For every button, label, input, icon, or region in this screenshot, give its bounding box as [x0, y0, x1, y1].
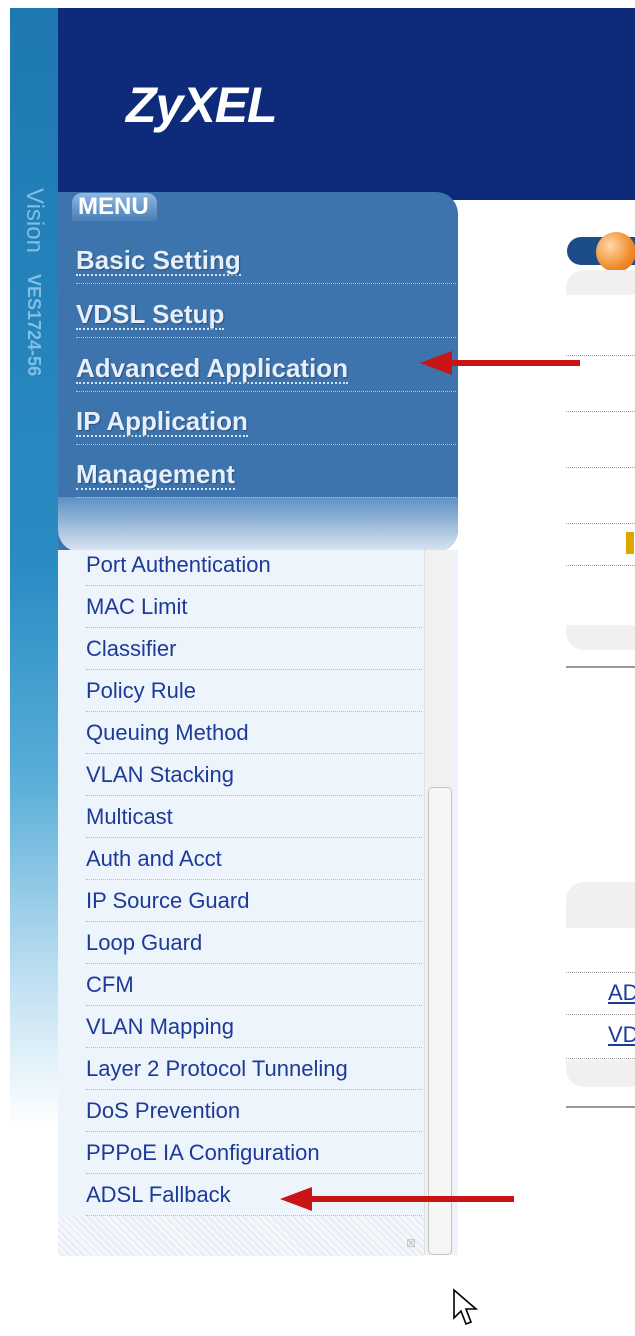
submenu-item-label: Loop Guard [86, 930, 203, 955]
submenu-item-multicast[interactable]: Multicast [86, 796, 422, 838]
menu-item-management[interactable]: Management [76, 446, 456, 498]
submenu-item-layer2-protocol-tunneling[interactable]: Layer 2 Protocol Tunneling [86, 1048, 422, 1090]
submenu-item-mac-limit[interactable]: MAC Limit [86, 586, 422, 628]
menu-item-label: Basic Setting [76, 245, 241, 276]
menu-title: MENU [72, 193, 157, 221]
submenu-item-label: Queuing Method [86, 720, 249, 745]
menu-item-ip-application[interactable]: IP Application [76, 393, 456, 445]
menu-item-label: VDSL Setup [76, 299, 225, 330]
submenu-item-label: Auth and Acct [86, 846, 222, 871]
panel-row-divider [566, 1058, 635, 1059]
menu-item-label: Management [76, 459, 235, 490]
panel-row-divider [566, 972, 635, 973]
brand-vision-label: Vision [21, 188, 48, 253]
resize-grip-icon[interactable]: ⊠ [406, 1236, 420, 1250]
submenu-item-label: PPPoE IA Configuration [86, 1140, 320, 1165]
submenu-item-cfm[interactable]: CFM [86, 964, 422, 1006]
menu-item-advanced-application[interactable]: Advanced Application [76, 340, 456, 392]
panel-row-divider [566, 1014, 635, 1015]
submenu-item-vlan-stacking[interactable]: VLAN Stacking [86, 754, 422, 796]
content-link-vdsl[interactable]: VD [608, 1022, 635, 1048]
submenu-item-label: ADSL Fallback [86, 1182, 231, 1207]
toggle-knob-icon[interactable] [596, 232, 635, 272]
panel-row-divider [566, 411, 635, 412]
submenu-item-loop-guard[interactable]: Loop Guard [86, 922, 422, 964]
submenu-item-label: Port Authentication [86, 552, 271, 577]
submenu-item-vlan-mapping[interactable]: VLAN Mapping [86, 1006, 422, 1048]
submenu-item-label: CFM [86, 972, 134, 997]
content-panel-top-body [566, 295, 635, 625]
menu-item-label: Advanced Application [76, 353, 349, 384]
submenu-item-dos-prevention[interactable]: DoS Prevention [86, 1090, 422, 1132]
submenu-item-label: Layer 2 Protocol Tunneling [86, 1056, 348, 1081]
status-marker [626, 532, 634, 554]
content-link-adsl[interactable]: AD [608, 980, 635, 1006]
submenu-item-label: VLAN Mapping [86, 1014, 234, 1039]
mouse-pointer-icon [453, 1288, 478, 1326]
menu-item-label: IP Application [76, 406, 248, 437]
panel-row-divider [566, 467, 635, 468]
red-arrow-icon [420, 351, 580, 375]
submenu-item-ip-source-guard[interactable]: IP Source Guard [86, 880, 422, 922]
panel-row-divider [566, 565, 635, 566]
submenu-item-label: IP Source Guard [86, 888, 250, 913]
brand-strip-text: Vision VES1724-56 [12, 188, 56, 508]
brand-model-label: VES1724-56 [24, 273, 44, 376]
submenu-item-port-authentication[interactable]: Port Authentication [86, 544, 422, 586]
submenu-item-classifier[interactable]: Classifier [86, 628, 422, 670]
submenu-item-label: DoS Prevention [86, 1098, 241, 1123]
submenu-item-queuing-method[interactable]: Queuing Method [86, 712, 422, 754]
submenu-item-pppoe-ia-configuration[interactable]: PPPoE IA Configuration [86, 1132, 422, 1174]
submenu-item-label: VLAN Stacking [86, 762, 234, 787]
submenu-item-label: Classifier [86, 636, 177, 661]
menu-item-basic-setting[interactable]: Basic Setting [76, 232, 456, 284]
zyxel-logo: ZyXEL [126, 77, 278, 133]
submenu-item-policy-rule[interactable]: Policy Rule [86, 670, 422, 712]
submenu-footer [58, 1216, 424, 1256]
submenu-item-label: MAC Limit [86, 594, 188, 619]
red-arrow-icon [280, 1187, 514, 1211]
submenu-item-auth-and-acct[interactable]: Auth and Acct [86, 838, 422, 880]
page: Vision VES1724-56 ZyXEL MENU Basic Setti… [0, 0, 635, 1336]
submenu-item-label: Multicast [86, 804, 173, 829]
panel-row-divider [566, 523, 635, 524]
menu-item-vdsl-setup[interactable]: VDSL Setup [76, 286, 456, 338]
content-separator [566, 1106, 635, 1108]
submenu-item-label: Policy Rule [86, 678, 197, 703]
content-separator [566, 666, 635, 668]
